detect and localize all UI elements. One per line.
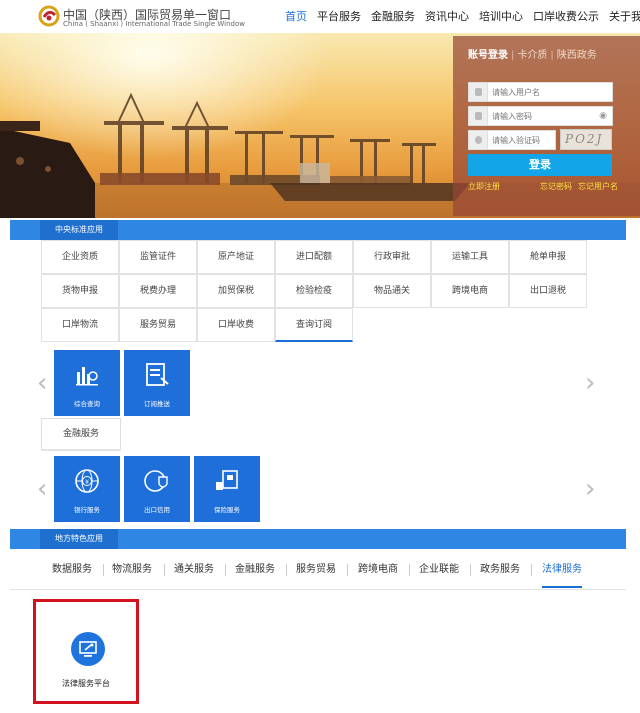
page: 中国（陕西）国际贸易单一窗口 China ( Shaanxi ) Interna… [0, 0, 640, 713]
app-certificate-of-origin[interactable]: 原产地证 [197, 240, 275, 274]
tab-government-services[interactable]: 政务服务 [480, 558, 520, 588]
carousel-prev-icon[interactable]: ‹ [37, 370, 47, 396]
app-query-subscription[interactable]: 查询订阅 [275, 308, 353, 342]
app-manifest-declaration[interactable]: 舱单申报 [509, 240, 587, 274]
tab-service-trade[interactable]: 服务贸易 [296, 558, 336, 588]
main-nav: 首页 平台服务 金融服务 资讯中心 培训中心 口岸收费公示 关于我们 [282, 10, 640, 30]
carousel-next-icon[interactable]: › [585, 370, 595, 396]
tile-label: 银行服务 [74, 506, 100, 514]
tile-label: 订阅推送 [144, 400, 170, 408]
tile-subscription-push[interactable]: 订阅推送 [124, 350, 190, 416]
tile-label: 出口信用 [144, 506, 170, 514]
tile-comprehensive-query[interactable]: 综合查询 [54, 350, 120, 416]
login-button[interactable]: 登录 [468, 154, 612, 176]
tab-logistics-services[interactable]: 物流服务 [112, 558, 152, 588]
app-goods-clearance[interactable]: 物品通关 [353, 274, 431, 308]
tab-underline [41, 449, 121, 451]
local-tabs-divider [10, 589, 626, 590]
logo-icon [38, 5, 60, 27]
password-input[interactable] [492, 109, 607, 123]
tab-local-finance-services[interactable]: 金融服务 [235, 558, 275, 588]
tab-card-login[interactable]: 卡介质 [517, 50, 547, 61]
app-inspection-quarantine[interactable]: 检验检疫 [275, 274, 353, 308]
forgot-username-link[interactable]: 忘记用户名 [578, 181, 618, 192]
tab-legal-services[interactable]: 法律服务 [542, 558, 582, 588]
chart-search-icon [76, 367, 98, 386]
tile-label: 综合查询 [74, 400, 100, 408]
lock-icon [475, 112, 482, 120]
legal-platform-label: 法律服务平台 [62, 679, 110, 688]
captcha-field[interactable] [468, 130, 556, 150]
captcha-image[interactable]: PO2J [560, 129, 612, 150]
app-export-tax-refund[interactable]: 出口退税 [509, 274, 587, 308]
app-regulatory-documents[interactable]: 监管证件 [119, 240, 197, 274]
nav-port-fees[interactable]: 口岸收费公示 [530, 10, 602, 30]
legal-service-platform-card[interactable]: 法律服务平台 [33, 599, 139, 704]
app-port-logistics[interactable]: 口岸物流 [41, 308, 119, 342]
central-section-title: 中央标准应用 [40, 220, 118, 240]
insurance-document-icon [216, 470, 238, 490]
app-service-trade[interactable]: 服务贸易 [119, 308, 197, 342]
local-section-title: 地方特色应用 [40, 529, 118, 549]
nav-news-center[interactable]: 资讯中心 [422, 10, 472, 30]
tile-insurance-services[interactable]: 保险服务 [194, 456, 260, 522]
tab-cross-border-ecommerce[interactable]: 跨境电商 [358, 558, 398, 588]
tab-data-services[interactable]: 数据服务 [52, 558, 92, 588]
user-icon [475, 88, 482, 96]
app-port-charges[interactable]: 口岸收费 [197, 308, 275, 342]
app-cross-border-ecommerce[interactable]: 跨境电商 [431, 274, 509, 308]
nav-home[interactable]: 首页 [282, 10, 310, 30]
globe-yen-icon: ¥ [75, 469, 99, 493]
finance-carousel-next-icon[interactable]: › [585, 476, 595, 502]
username-input[interactable] [492, 85, 607, 99]
legal-platform-icon [71, 632, 105, 666]
register-link[interactable]: 立即注册 [468, 181, 500, 192]
eye-icon[interactable]: ◉ [599, 111, 607, 121]
app-tax-fee-handling[interactable]: 税费办理 [119, 274, 197, 308]
tile-export-credit[interactable]: 出口信用 [124, 456, 190, 522]
header: 中国（陕西）国际贸易单一窗口 China ( Shaanxi ) Interna… [0, 0, 640, 33]
app-goods-declaration[interactable]: 货物申报 [41, 274, 119, 308]
nav-platform-services[interactable]: 平台服务 [314, 10, 364, 30]
tab-finance-services[interactable]: 金融服务 [41, 418, 121, 450]
username-field[interactable] [468, 82, 613, 102]
local-tabs: 数据服务 物流服务 通关服务 金融服务 服务贸易 跨境电商 企业联能 政务服务 … [40, 558, 610, 588]
password-field[interactable]: ◉ [468, 106, 613, 126]
app-administrative-approval[interactable]: 行政审批 [353, 240, 431, 274]
document-edit-icon [146, 363, 169, 386]
tile-bank-services[interactable]: ¥ 银行服务 [54, 456, 120, 522]
tile-label: 保险服务 [214, 506, 240, 514]
tab-customs-services[interactable]: 通关服务 [174, 558, 214, 588]
forgot-password-link[interactable]: 忘记密码 [540, 181, 572, 192]
app-enterprise-qualification[interactable]: 企业资质 [41, 240, 119, 274]
captcha-input[interactable] [492, 133, 554, 147]
nav-finance-services[interactable]: 金融服务 [368, 10, 418, 30]
login-tabs: 账号登录 | 卡介质 | 陕西政务 [468, 50, 597, 61]
logo-subtitle: China ( Shaanxi ) International Trade Si… [63, 20, 245, 28]
svg-text:¥: ¥ [85, 479, 89, 486]
finance-carousel-prev-icon[interactable]: ‹ [37, 476, 47, 502]
captcha-icon [475, 136, 482, 144]
app-transport-vehicle[interactable]: 运输工具 [431, 240, 509, 274]
tab-enterprise-capabilities[interactable]: 企业联能 [419, 558, 459, 588]
nav-training-center[interactable]: 培训中心 [476, 10, 526, 30]
nav-about-us[interactable]: 关于我们 [606, 10, 640, 30]
app-processing-bonded[interactable]: 加贸保税 [197, 274, 275, 308]
app-import-quota[interactable]: 进口配额 [275, 240, 353, 274]
tab-account-login[interactable]: 账号登录 [468, 50, 508, 61]
tab-shaanxi-gov-login[interactable]: 陕西政务 [557, 50, 597, 61]
globe-shield-icon [144, 470, 168, 492]
